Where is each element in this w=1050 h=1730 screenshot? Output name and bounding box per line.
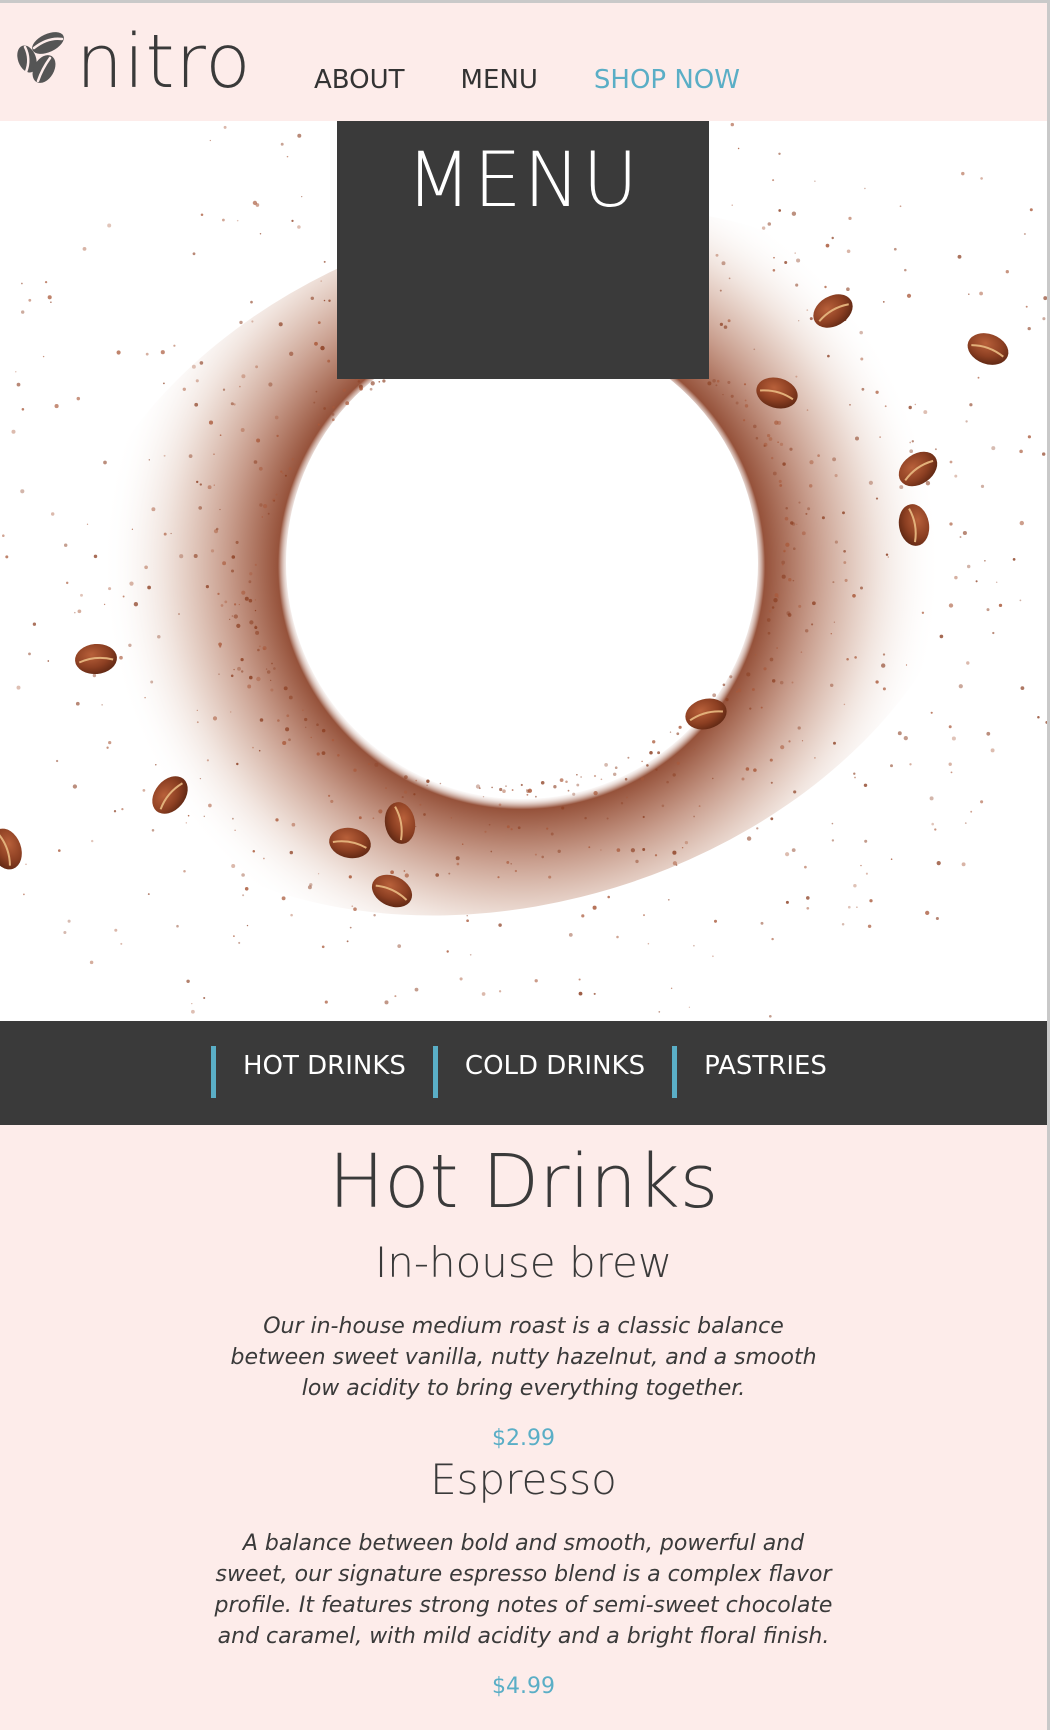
coffee-beans-icon — [17, 32, 64, 83]
menu-banner: MENU — [337, 121, 709, 379]
item-description: Our in-house medium roast is a classic b… — [230, 1314, 817, 1401]
category-tabs: HOT DRINKS COLD DRINKS PASTRIES — [211, 1046, 854, 1098]
main-nav: ABOUT MENU SHOP NOW — [314, 65, 740, 95]
section-title: Hot Drinks — [328, 1139, 719, 1225]
page: nitro ABOUT MENU SHOP NOW MENU HOT DRINK… — [0, 0, 1050, 1730]
item-description: A balance between bold and smooth, power… — [214, 1531, 833, 1649]
site-header: nitro ABOUT MENU SHOP NOW — [0, 3, 1047, 121]
menu-item-espresso: Espresso A balance between bold and smoo… — [0, 1454, 1047, 1702]
item-price: $2.99 — [492, 1426, 555, 1451]
item-price: $4.99 — [492, 1674, 555, 1699]
tab-cold-drinks[interactable]: COLD DRINKS — [432, 1046, 672, 1098]
logo[interactable]: nitro — [14, 19, 251, 105]
item-name: Espresso — [430, 1455, 617, 1504]
nav-about-link[interactable]: ABOUT — [314, 65, 405, 95]
tab-pastries[interactable]: PASTRIES — [672, 1046, 854, 1098]
item-name: In-house brew — [374, 1238, 673, 1287]
logo-text: nitro — [76, 19, 252, 105]
hero-section: MENU — [0, 121, 1047, 1021]
menu-content: Hot Drinks In-house brew Our in-house me… — [0, 1125, 1047, 1702]
menu-item-in-house-brew: In-house brew Our in-house medium roast … — [0, 1237, 1047, 1454]
nav-shop-now-link[interactable]: SHOP NOW — [594, 65, 740, 95]
menu-banner-title: MENU — [405, 135, 641, 224]
nav-menu-link[interactable]: MENU — [461, 65, 538, 95]
tab-hot-drinks[interactable]: HOT DRINKS — [211, 1046, 433, 1098]
category-bar: HOT DRINKS COLD DRINKS PASTRIES — [0, 1021, 1047, 1125]
